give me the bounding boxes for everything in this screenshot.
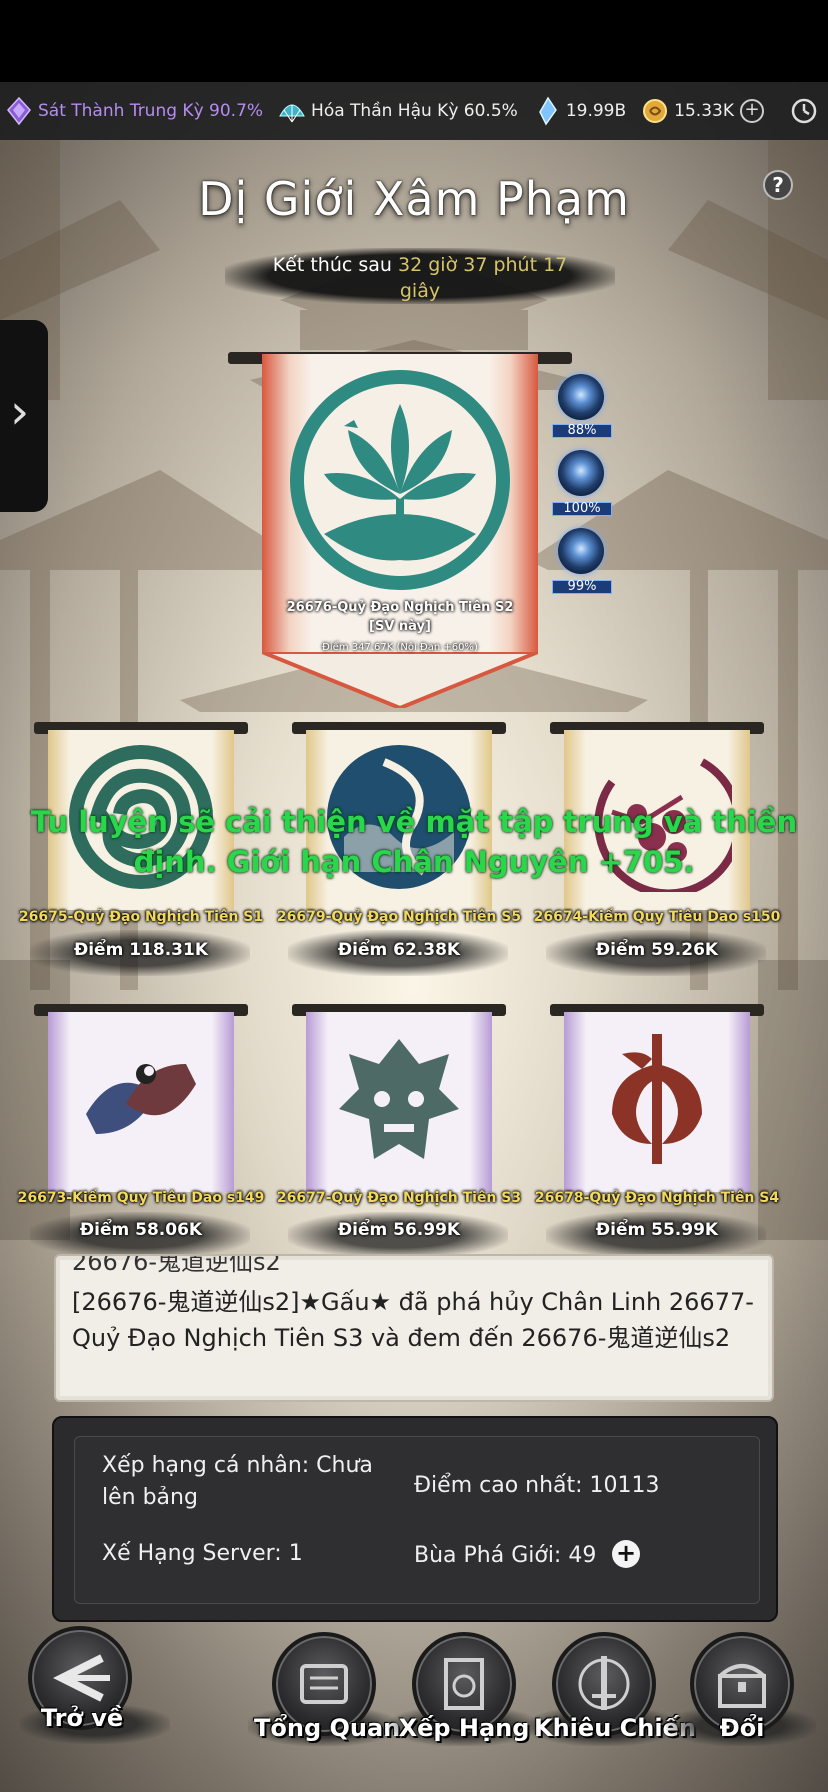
event-timer: Kết thúc sau 32 giờ 37 phút 17 giây	[240, 252, 600, 304]
add-talisman-button[interactable]: +	[612, 1540, 640, 1568]
help-button[interactable]: ?	[763, 170, 793, 200]
crystal-amount: 19.99B	[565, 101, 627, 121]
guild-2-score: Điểm 62.38K	[337, 940, 461, 960]
guild-3-name: 26674-Kiếm Quy Tiêu Dao s150	[533, 909, 781, 925]
crystal-resource[interactable]: 19.99B	[532, 96, 626, 126]
coin-amount: 15.33K	[674, 101, 734, 121]
timer-suffix: giây	[399, 280, 441, 302]
orb-3-percent: 99%	[552, 580, 612, 594]
chevron-right-icon: ›	[10, 384, 30, 440]
best-score: Điểm cao nhất: 10113	[414, 1473, 660, 1498]
cultivation-stage-1[interactable]: Sát Thành Trung Kỳ 90.7%	[4, 96, 263, 126]
cultivation-stage-1-label: Sát Thành Trung Kỳ 90.7%	[38, 101, 264, 121]
game-screen: Sát Thành Trung Kỳ 90.7% Hóa Thần Hậu Kỳ…	[0, 0, 828, 1792]
clock-icon[interactable]	[790, 97, 818, 125]
spirit-orb-1-icon[interactable]	[558, 374, 604, 420]
resource-bar: Sát Thành Trung Kỳ 90.7% Hóa Thần Hậu Kỳ…	[0, 82, 828, 140]
spirit-orb-3-icon[interactable]	[558, 528, 604, 574]
banner-tip	[262, 652, 538, 708]
gold-coin-icon	[643, 99, 668, 123]
personal-info-panel	[52, 1416, 778, 1622]
spirit-orb-2-icon[interactable]	[558, 450, 604, 496]
orb-1-percent: 88%	[552, 424, 612, 438]
overview-label: Tổng Quan	[254, 1714, 401, 1742]
back-label: Trở về	[40, 1704, 124, 1732]
add-coin-button[interactable]: +	[739, 99, 764, 123]
flaming-sword-emblem-icon	[612, 1034, 702, 1164]
purple-crystal-icon	[7, 96, 31, 126]
page-title: Dị Giới Xâm Phạm	[198, 172, 630, 226]
guild-6-name: 26678-Quỷ Đạo Nghịch Tiên S4	[534, 1190, 780, 1206]
demon-mask-emblem-icon	[339, 1039, 459, 1159]
guild-4-score: Điểm 58.06K	[79, 1220, 203, 1240]
cultivation-stage-2[interactable]: Hóa Thần Hậu Kỳ 60.5%	[277, 96, 518, 126]
fan-icon	[279, 104, 305, 123]
guild-5-score: Điểm 56.99K	[337, 1220, 461, 1240]
exchange-label: Đổi	[719, 1714, 765, 1742]
spirit-crystal-icon	[538, 96, 557, 126]
timer-value: 32 giờ 37 phút 17	[398, 254, 568, 276]
twin-fish-emblem-icon	[86, 1064, 196, 1134]
status-area	[0, 0, 828, 82]
cultivation-toast: Tu luyện sẽ cải thiện về mặt tập trung v…	[30, 805, 798, 879]
talisman-count: Bùa Phá Giới: 49	[414, 1543, 597, 1568]
guild-3-score: Điểm 59.26K	[595, 940, 719, 960]
challenge-label: Khiêu Chiến	[534, 1714, 696, 1742]
personal-rank: Xếp hạng cá nhân: Chưa lên bảng	[102, 1453, 373, 1510]
main-guild-score: Điểm 347.67K (Nội Đan +60%)	[322, 642, 478, 653]
main-guild-name: 26676-Quỷ Đạo Nghịch Tiên S2 [SV này]	[286, 600, 514, 634]
log-previous-line: 26676-鬼道逆仙s2	[72, 1254, 281, 1276]
timer-prefix: Kết thúc sau	[272, 254, 392, 276]
guild-5-name: 26677-Quỷ Đạo Nghịch Tiên S3	[276, 1190, 522, 1206]
side-drawer-tab[interactable]: ›	[0, 320, 48, 512]
guild-1-name: 26675-Quỷ Đạo Nghịch Tiên S1	[18, 909, 264, 925]
server-rank: Xế Hạng Server: 1	[102, 1541, 303, 1566]
coin-resource[interactable]: 15.33K +	[640, 96, 764, 126]
guild-4-name: 26673-Kiếm Quy Tiêu Dao s149	[17, 1190, 265, 1206]
guild-2-name: 26679-Quỷ Đạo Nghịch Tiên S5	[276, 909, 522, 925]
ranking-label: Xếp Hạng	[398, 1714, 530, 1742]
log-message: [26676-鬼道逆仙s2]★Gấu★ đã phá hủy Chân Linh…	[72, 1288, 754, 1352]
lotus-emblem-icon	[290, 370, 510, 590]
guild-6-score: Điểm 55.99K	[595, 1220, 719, 1240]
cultivation-stage-2-label: Hóa Thần Hậu Kỳ 60.5%	[311, 101, 518, 121]
battle-log-panel[interactable]: 26676-鬼道逆仙s2 [26676-鬼道逆仙s2]★Gấu★ đã phá …	[54, 1254, 774, 1402]
guild-1-score: Điểm 118.31K	[73, 940, 208, 960]
orb-2-percent: 100%	[552, 502, 612, 516]
